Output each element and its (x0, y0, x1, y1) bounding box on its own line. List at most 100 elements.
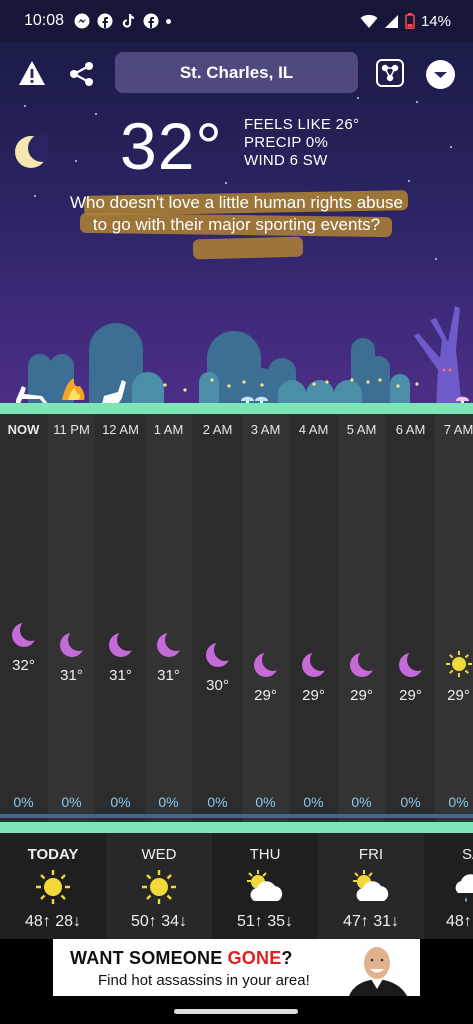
spooky-tree (414, 306, 462, 408)
day-label: WED (141, 846, 177, 863)
hour-column[interactable]: 7 AM 29° 0% (435, 414, 473, 822)
messenger-icon (74, 13, 90, 29)
hour-precip: 0% (351, 794, 372, 810)
hour-column[interactable]: 12 AM 31° 0% (97, 414, 144, 822)
hour-precip: 0% (448, 794, 469, 810)
hour-precip: 0% (207, 794, 228, 810)
sun-icon (36, 870, 70, 904)
star (450, 146, 452, 148)
star (95, 113, 97, 115)
day-label: TODAY (27, 846, 79, 863)
cell-signal-icon (384, 14, 398, 28)
hour-column[interactable]: 2 AM 30° 0% (194, 414, 241, 822)
ad-person-image (349, 947, 407, 996)
home-gesture-handle[interactable] (174, 1009, 298, 1014)
hour-label: 5 AM (346, 422, 377, 437)
hour-temp: 29° (302, 687, 325, 704)
hour-column[interactable]: 1 AM 31° 0% (145, 414, 192, 822)
facebook-icon (143, 13, 159, 29)
day-column[interactable]: TODAY 48↑ 28↓ (0, 833, 106, 939)
system-icons: 14% (360, 13, 451, 30)
moon-icon (253, 652, 279, 677)
more-notifications-dot (166, 18, 172, 24)
notification-icons (74, 13, 172, 29)
moon-icon (156, 632, 182, 657)
star (435, 258, 437, 260)
snarky-tagline: Who doesn't love a little human rights a… (69, 193, 404, 234)
hour-column[interactable]: 4 AM 29° 0% (290, 414, 337, 822)
day-temps: 48↑ 28↓ (24, 913, 82, 930)
star (75, 160, 77, 162)
day-temps: 51↑ 35↓ (236, 913, 294, 930)
hour-column[interactable]: 11 PM 31° 0% (48, 414, 95, 822)
current-temperature: 32° (120, 109, 223, 183)
hour-temp: 32° (12, 657, 35, 674)
hour-label: 11 PM (53, 422, 90, 437)
ad-banner[interactable]: WANT SOMEONE GONE? Find hot assassins in… (53, 939, 420, 996)
hour-temp: 29° (254, 687, 277, 704)
hour-label: NOW (7, 422, 40, 437)
hour-column[interactable]: 6 AM 29° 0% (387, 414, 434, 822)
daily-forecast[interactable]: TODAY 48↑ 28↓ WED 50↑ 34↓ THU 51↑ 35↓ FR… (0, 833, 473, 939)
hour-precip: 0% (303, 794, 324, 810)
hour-label: 6 AM (395, 422, 426, 437)
hour-temp: 29° (399, 687, 422, 704)
hourly-forecast[interactable]: NOW 32° 0% 11 PM 31° 0% 12 AM 31° 0% 1 A… (0, 414, 473, 822)
moon-icon (11, 622, 37, 647)
hour-precip: 0% (110, 794, 131, 810)
star (225, 182, 227, 184)
battery-low-icon (405, 13, 415, 29)
ad-headline-part: ? (281, 948, 293, 968)
hour-column[interactable]: NOW 32° 0% (0, 414, 47, 822)
chevron-down-icon (434, 72, 447, 78)
sun-icon (142, 870, 176, 904)
hour-column[interactable]: 5 AM 29° 0% (338, 414, 385, 822)
star (24, 105, 26, 107)
partly-cloudy-icon (247, 870, 283, 901)
day-column[interactable]: FRI 47↑ 31↓ (318, 833, 424, 939)
hour-temp: 31° (60, 667, 83, 684)
precip-chance: PRECIP 0% (244, 134, 329, 151)
day-column[interactable]: SA 48↑ (424, 833, 473, 939)
star (357, 97, 359, 99)
share-icon[interactable] (68, 60, 96, 88)
ad-headline-emphasis: GONE (227, 948, 282, 968)
radar-button[interactable] (376, 59, 404, 87)
day-column[interactable]: WED 50↑ 34↓ (106, 833, 212, 939)
day-temps: 48↑ (446, 913, 472, 930)
hour-label: 1 AM (153, 422, 184, 437)
hour-temp: 29° (447, 687, 470, 704)
hour-temp: 31° (157, 667, 180, 684)
status-time: 10:08 (24, 12, 65, 29)
moon-icon (349, 652, 375, 677)
night-scenery (16, 306, 469, 408)
hour-precip: 0% (13, 794, 34, 810)
ad-headline-part: WANT SOMEONE (70, 948, 228, 968)
crescent-moon-icon (15, 135, 48, 168)
hour-temp: 30° (206, 677, 229, 694)
hour-precip: 0% (158, 794, 179, 810)
hour-precip: 0% (400, 794, 421, 810)
tiktok-icon (122, 14, 135, 28)
sun-icon (445, 651, 472, 677)
wind: WIND 6 SW (244, 152, 328, 169)
star (408, 180, 410, 182)
day-column[interactable]: THU 51↑ 35↓ (212, 833, 318, 939)
hour-column[interactable]: 3 AM 29° 0% (242, 414, 289, 822)
menu-dropdown-button[interactable] (426, 60, 455, 89)
feels-like: FEELS LIKE 26° (244, 116, 360, 133)
ad-subtext: Find hot assassins in your area! (98, 972, 310, 989)
battery-percent: 14% (420, 12, 451, 30)
location-selector[interactable]: St. Charles, IL (115, 52, 358, 93)
moon-icon (108, 632, 134, 657)
warning-icon[interactable] (18, 60, 46, 86)
highlight-stroke (192, 236, 304, 260)
hour-temp: 29° (350, 687, 373, 704)
hour-label: 2 AM (202, 422, 233, 437)
moon-icon (301, 652, 327, 677)
screen: 10:08 14% St. Charles, IL 32° FEELS LIKE… (0, 0, 473, 1024)
day-temps: 47↑ 31↓ (342, 913, 400, 930)
moon-icon (205, 642, 231, 667)
day-label: THU (249, 846, 281, 863)
day-label: SA (462, 846, 473, 863)
